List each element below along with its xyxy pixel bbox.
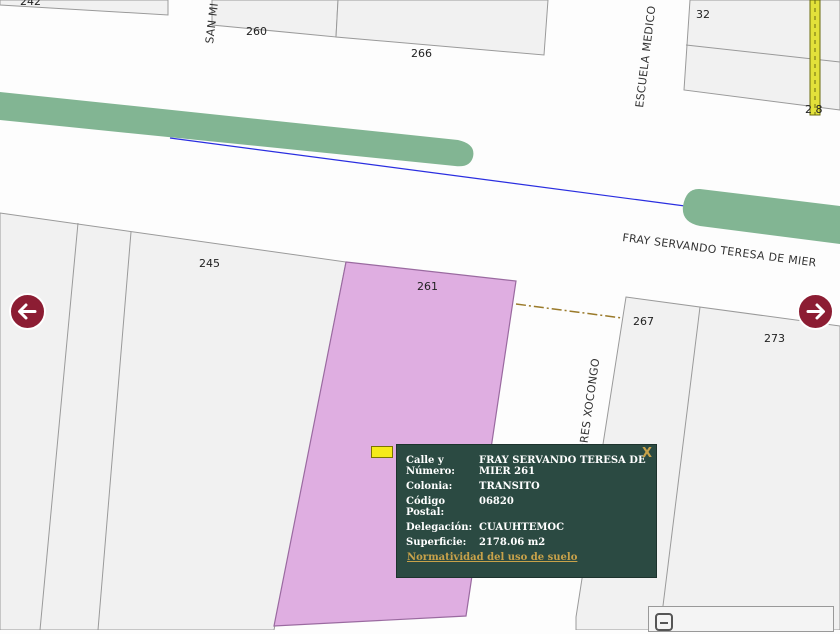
arrow-left-icon bbox=[18, 303, 37, 320]
zoom-control bbox=[648, 606, 834, 632]
dashed-boundary bbox=[515, 303, 623, 319]
parcel-info-table: Calle y Número: FRAY SERVANDO TERESA DE M… bbox=[406, 455, 656, 552]
lot-number: 273 bbox=[764, 332, 785, 345]
popup-row-value: TRANSITO bbox=[479, 481, 540, 492]
popup-row-label: Colonia: bbox=[406, 481, 453, 492]
popup-row: Superficie: 2178.06 m2 bbox=[406, 537, 656, 552]
popup-row-value: CUAUHTEMOC bbox=[479, 522, 565, 533]
lot-number: 261 bbox=[417, 280, 438, 293]
lot-number: 267 bbox=[633, 315, 654, 328]
lot-number: 32 bbox=[696, 8, 710, 21]
popup-row-label: Delegación: bbox=[406, 522, 473, 533]
popup-anchor-marker bbox=[371, 446, 393, 458]
arrow-right-icon bbox=[806, 303, 825, 320]
land-use-link[interactable]: Normatividad del uso de suelo bbox=[407, 552, 656, 563]
lot-number: 266 bbox=[411, 47, 432, 60]
street-label-escuela: ESCUELA MEDICO bbox=[633, 5, 658, 109]
popup-row: Código Postal: 06820 bbox=[406, 496, 656, 522]
median-left bbox=[0, 92, 474, 167]
popup-row-value: 06820 bbox=[479, 496, 514, 507]
popup-row: Colonia: TRANSITO bbox=[406, 481, 656, 496]
median-right bbox=[682, 188, 840, 244]
utility-line bbox=[809, 0, 821, 116]
popup-row: Calle y Número: FRAY SERVANDO TERESA DE M… bbox=[406, 455, 656, 481]
parcel-info-popup: X Calle y Número: FRAY SERVANDO TERESA DE… bbox=[396, 444, 657, 578]
popup-row-value: FRAY SERVANDO TERESA DE MIER 261 bbox=[479, 455, 646, 477]
popup-row-label: Superficie: bbox=[406, 537, 467, 548]
prev-button[interactable] bbox=[9, 293, 46, 330]
lot-number: 242 bbox=[20, 0, 41, 8]
zoom-out-button[interactable] bbox=[655, 613, 673, 631]
lot-number: 2 8 bbox=[805, 103, 823, 116]
popup-row-label: Código Postal: bbox=[406, 496, 446, 518]
close-popup-button[interactable]: X bbox=[642, 446, 652, 461]
popup-row: Delegación: CUAUHTEMOC bbox=[406, 522, 656, 537]
lot-number: 260 bbox=[246, 25, 267, 38]
popup-row-value: 2178.06 m2 bbox=[479, 537, 546, 548]
next-button[interactable] bbox=[797, 293, 834, 330]
street-label-san-mi: SAN MI bbox=[203, 2, 221, 44]
minus-icon bbox=[660, 622, 668, 624]
lot-number: 245 bbox=[199, 257, 220, 270]
popup-row-label: Calle y Número: bbox=[406, 455, 455, 477]
